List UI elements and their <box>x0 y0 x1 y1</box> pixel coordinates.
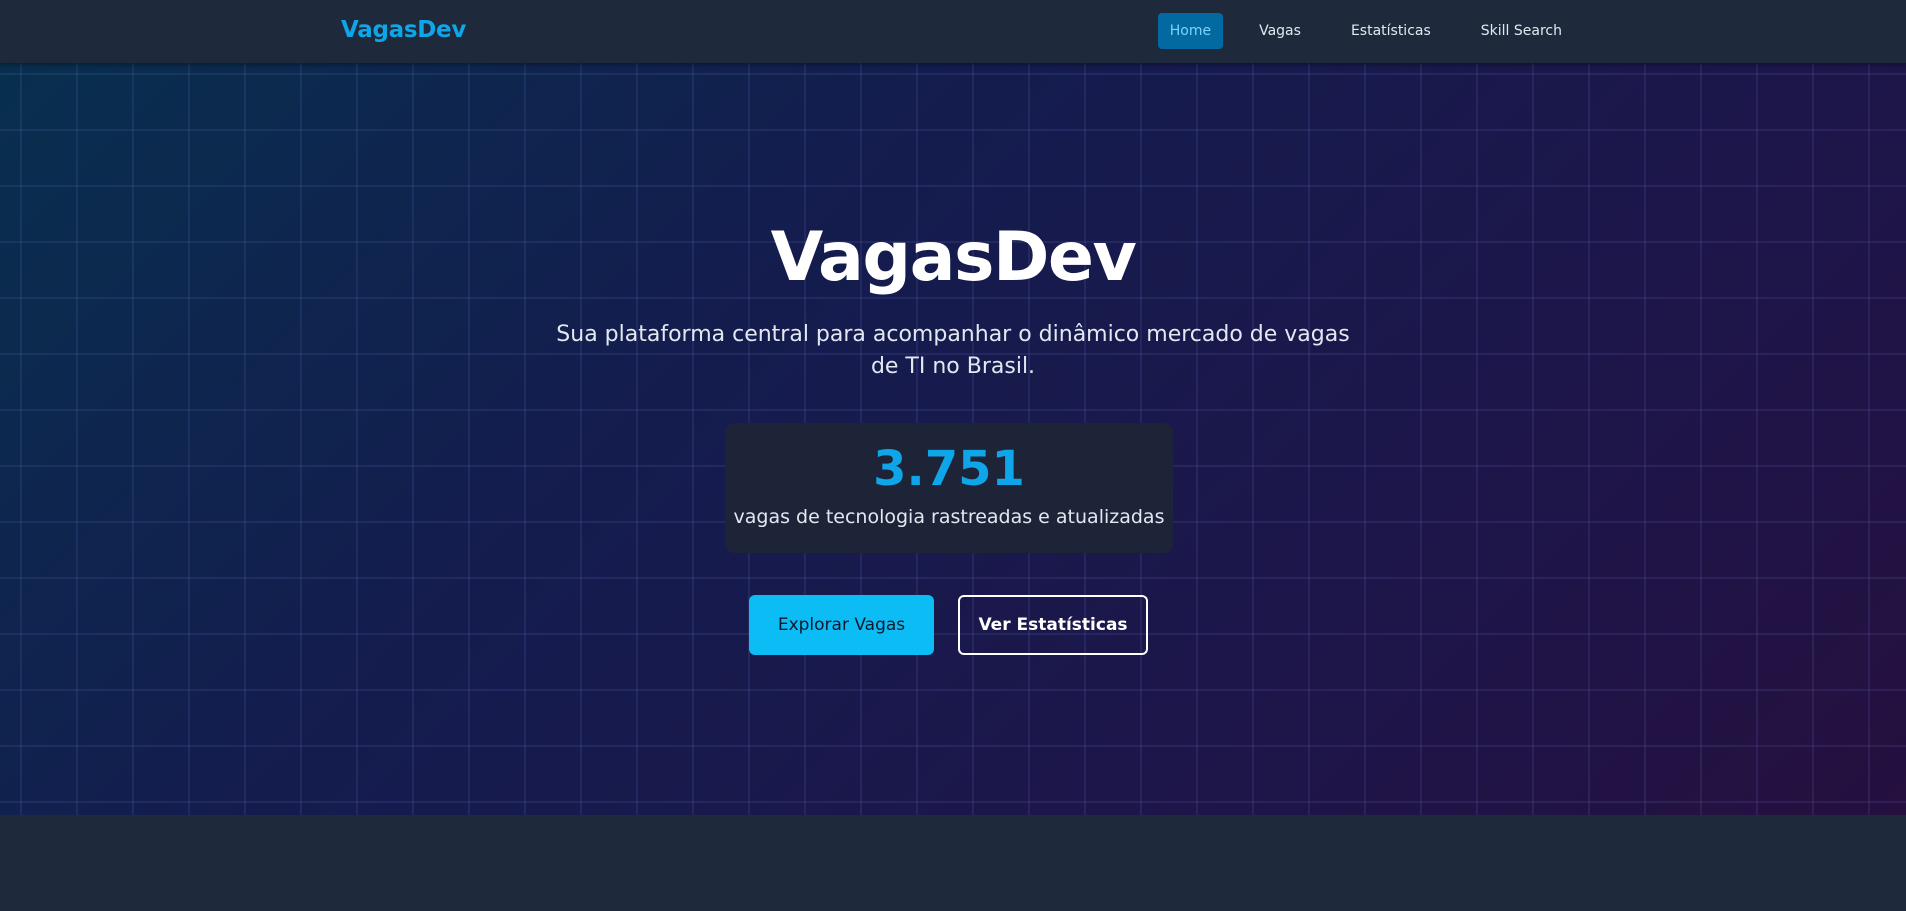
view-statistics-button[interactable]: Ver Estatísticas <box>958 595 1148 655</box>
nav-links: Home Vagas Estatísticas Skill Search <box>1157 13 1574 49</box>
hero-content: VagasDev Sua plataforma central para aco… <box>0 63 1906 815</box>
explore-jobs-button[interactable]: Explorar Vagas <box>749 595 934 655</box>
hero-section: VagasDev Sua plataforma central para aco… <box>0 63 1906 815</box>
hero-title: VagasDev <box>770 218 1137 297</box>
job-count-label: vagas de tecnologia rastreadas e atualiz… <box>733 506 1165 528</box>
nav-link-skill-search[interactable]: Skill Search <box>1469 13 1574 49</box>
nav-link-home[interactable]: Home <box>1157 13 1224 49</box>
brand-logo-link[interactable]: VagasDev <box>341 17 466 43</box>
hero-subtitle: Sua plataforma central para acompanhar o… <box>556 322 1350 379</box>
job-count-number: 3.751 <box>873 441 1025 497</box>
page-bottom-area <box>0 815 1906 911</box>
nav-link-vagas[interactable]: Vagas <box>1247 13 1313 49</box>
top-navbar: VagasDev Home Vagas Estatísticas Skill S… <box>0 0 1906 63</box>
nav-link-estatisticas[interactable]: Estatísticas <box>1339 13 1443 49</box>
job-count-card: 3.751 vagas de tecnologia rastreadas e a… <box>725 423 1173 553</box>
